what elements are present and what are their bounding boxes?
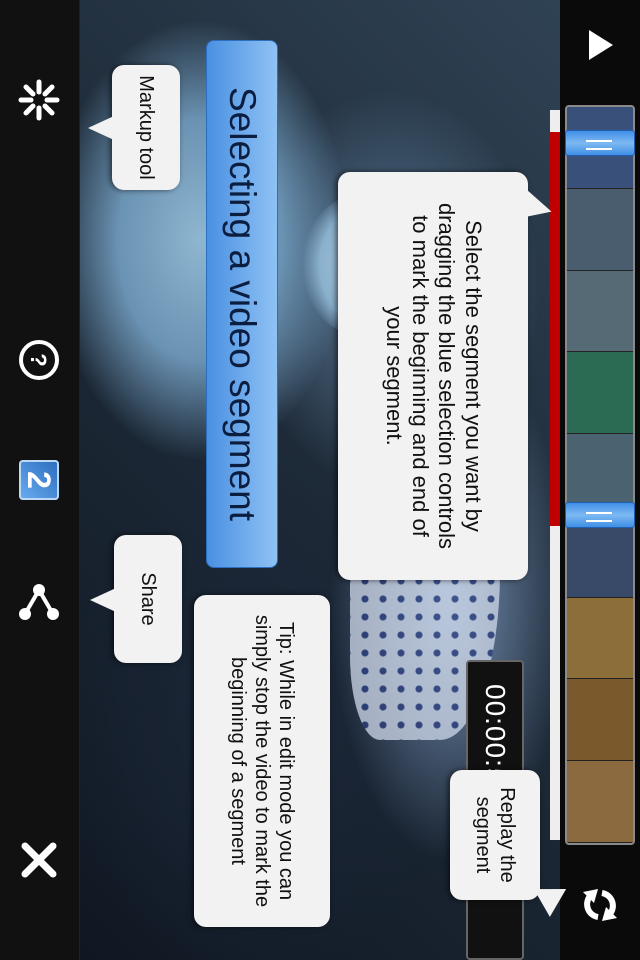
selection-start-handle[interactable] [565,129,635,156]
badge-2-icon[interactable]: 2 [9,450,69,510]
up-arrow-icon[interactable] [575,20,625,70]
replay-icon[interactable] [575,880,625,930]
page-title: Selecting a video segment [206,40,278,568]
thumbnail [567,188,633,271]
badge-number: 2 [19,460,59,500]
tip-callout-text: Tip: While in edit mode you can simply s… [227,614,297,908]
thumbnail [567,515,633,598]
select-callout: Select the segment you want by dragging … [338,172,528,580]
timeline-progress[interactable] [550,110,560,840]
page-title-text: Selecting a video segment [222,87,263,521]
share-callout-pointer [90,588,116,612]
help-icon[interactable]: ? [9,330,69,390]
rotated-stage: 00:00:53.33 ? 2 Selecting a video segmen… [0,0,640,960]
markup-callout-text: Markup tool [135,75,157,180]
bottom-toolbar: ? 2 [0,0,80,960]
thumbnail [567,679,633,762]
thumbnail [567,761,633,844]
replay-callout: Replay the segment [450,770,540,900]
thumbnail [567,597,633,680]
markup-icon[interactable] [9,70,69,130]
close-icon[interactable] [9,830,69,890]
share-callout: Share [114,535,182,663]
replay-callout-text: Replay the segment [472,787,518,883]
thumbnail-filmstrip[interactable] [565,105,635,845]
selected-range [550,131,560,527]
timeline-bar [560,0,640,960]
markup-callout: Markup tool [112,65,180,190]
svg-text:?: ? [26,353,51,366]
markup-callout-pointer [88,116,114,140]
share-callout-text: Share [137,572,159,626]
tip-callout: Tip: While in edit mode you can simply s… [194,595,330,927]
select-callout-text: Select the segment you want by dragging … [381,202,486,550]
thumbnail [567,352,633,435]
thumbnail [567,270,633,353]
share-icon[interactable] [9,572,69,632]
selection-end-handle[interactable] [565,502,635,529]
